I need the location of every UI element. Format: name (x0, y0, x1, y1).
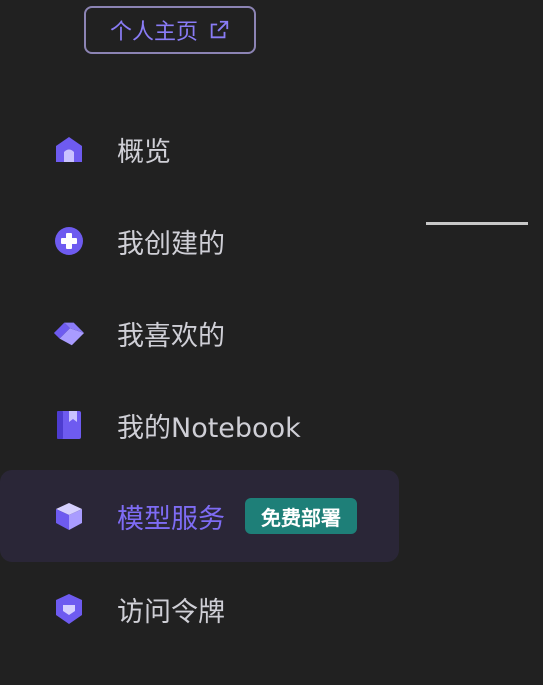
sidebar-item-label: 概览 (117, 136, 171, 168)
notebook-icon (53, 409, 85, 441)
sidebar-item-label: 我喜欢的 (117, 320, 225, 352)
home-icon (53, 133, 85, 165)
free-deploy-badge: 免费部署 (245, 498, 357, 534)
sidebar-item-label: 我创建的 (117, 228, 225, 260)
sidebar-item-liked[interactable]: 我喜欢的 (0, 287, 399, 379)
sidebar-item-label: 模型服务 (117, 503, 225, 535)
cube-icon (53, 500, 85, 532)
sidebar-nav: 概览 我创建的 我喜欢的 我的Notebook 模型服务 免费部署 访问令牌 (0, 0, 400, 685)
sidebar-panel: 个人主页 概览 我创建的 我喜欢的 我的Notebook 模型服务 免费部署 访… (0, 0, 543, 685)
diamond-icon (53, 317, 85, 349)
sidebar-item-label: 我的Notebook (117, 412, 301, 444)
sidebar-item-created[interactable]: 我创建的 (0, 195, 399, 287)
plus-circle-icon (53, 225, 85, 257)
shield-icon (53, 593, 85, 625)
divider-line (426, 222, 528, 225)
sidebar-item-access-token[interactable]: 访问令牌 (0, 563, 399, 655)
sidebar-item-overview[interactable]: 概览 (0, 103, 399, 195)
sidebar-item-notebook[interactable]: 我的Notebook (0, 379, 399, 471)
sidebar-item-label: 访问令牌 (117, 596, 225, 628)
sidebar-item-model-service[interactable]: 模型服务 免费部署 (0, 470, 399, 562)
